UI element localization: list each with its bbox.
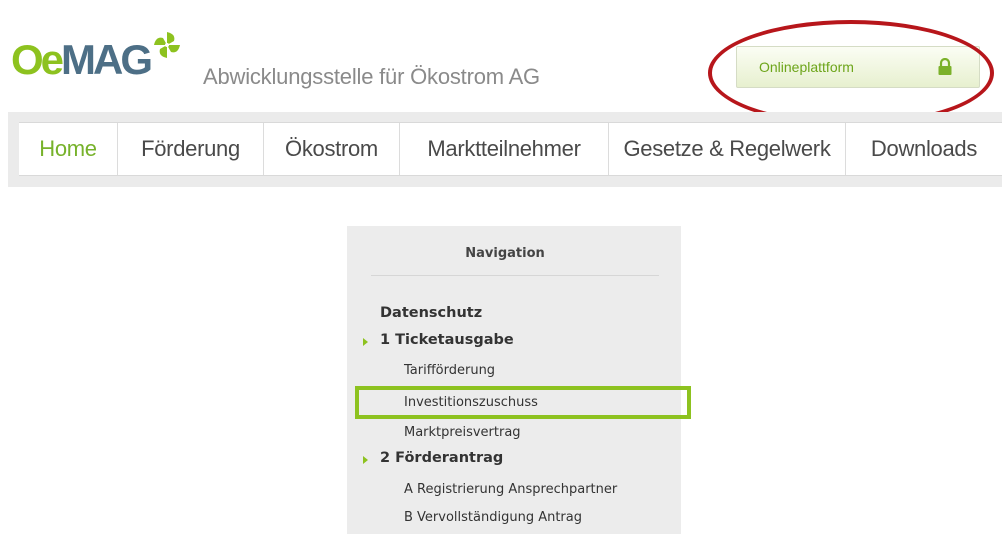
nav-foerderung[interactable]: Förderung (118, 123, 264, 175)
chevron-right-icon (363, 338, 368, 346)
nav-link-investitionszuschuss[interactable]: Investitionszuschuss (404, 395, 538, 410)
navigation-panel: Navigation Datenschutz 1 Ticketausgabe T… (347, 226, 681, 534)
main-navigation: Home Förderung Ökostrom Marktteilnehmer … (8, 112, 1002, 187)
main-navigation-bar: Home Förderung Ökostrom Marktteilnehmer … (19, 122, 1002, 176)
logo-mag: MAG (61, 36, 153, 83)
nav-link-tariffoerderung[interactable]: Tarifförderung (404, 363, 495, 378)
nav-link-marktpreisvertrag[interactable]: Marktpreisvertrag (404, 425, 521, 440)
onlineplattform-label: Onlineplattform (759, 59, 854, 75)
tagline: Abwicklungsstelle für Ökostrom AG (203, 64, 540, 89)
nav-group-ticketausgabe[interactable]: 1 Ticketausgabe (380, 332, 514, 348)
logo-oe: Oe (11, 36, 64, 83)
navigation-panel-title: Navigation (465, 246, 545, 261)
onlineplattform-button[interactable]: Onlineplattform (736, 46, 980, 88)
nav-link-datenschutz[interactable]: Datenschutz (380, 305, 482, 321)
oemag-logo[interactable]: OeMAG (11, 32, 182, 83)
chevron-right-icon (363, 456, 368, 464)
nav-group-foerderantrag[interactable]: 2 Förderantrag (380, 450, 503, 466)
panel-divider (371, 275, 659, 276)
nav-oekostrom[interactable]: Ökostrom (264, 123, 400, 175)
nav-home[interactable]: Home (19, 123, 118, 175)
pinwheel-icon (154, 32, 181, 58)
nav-downloads[interactable]: Downloads (846, 123, 1002, 175)
lock-icon (938, 58, 952, 75)
nav-marktteilnehmer[interactable]: Marktteilnehmer (400, 123, 609, 175)
nav-link-vervollstaendigung-antrag[interactable]: B Vervollständigung Antrag (404, 510, 582, 525)
nav-gesetze-regelwerk[interactable]: Gesetze & Regelwerk (609, 123, 846, 175)
logo-wordmark: OeMAG (11, 36, 153, 83)
nav-link-registrierung-ansprechpartner[interactable]: A Registrierung Ansprechpartner (404, 482, 617, 497)
